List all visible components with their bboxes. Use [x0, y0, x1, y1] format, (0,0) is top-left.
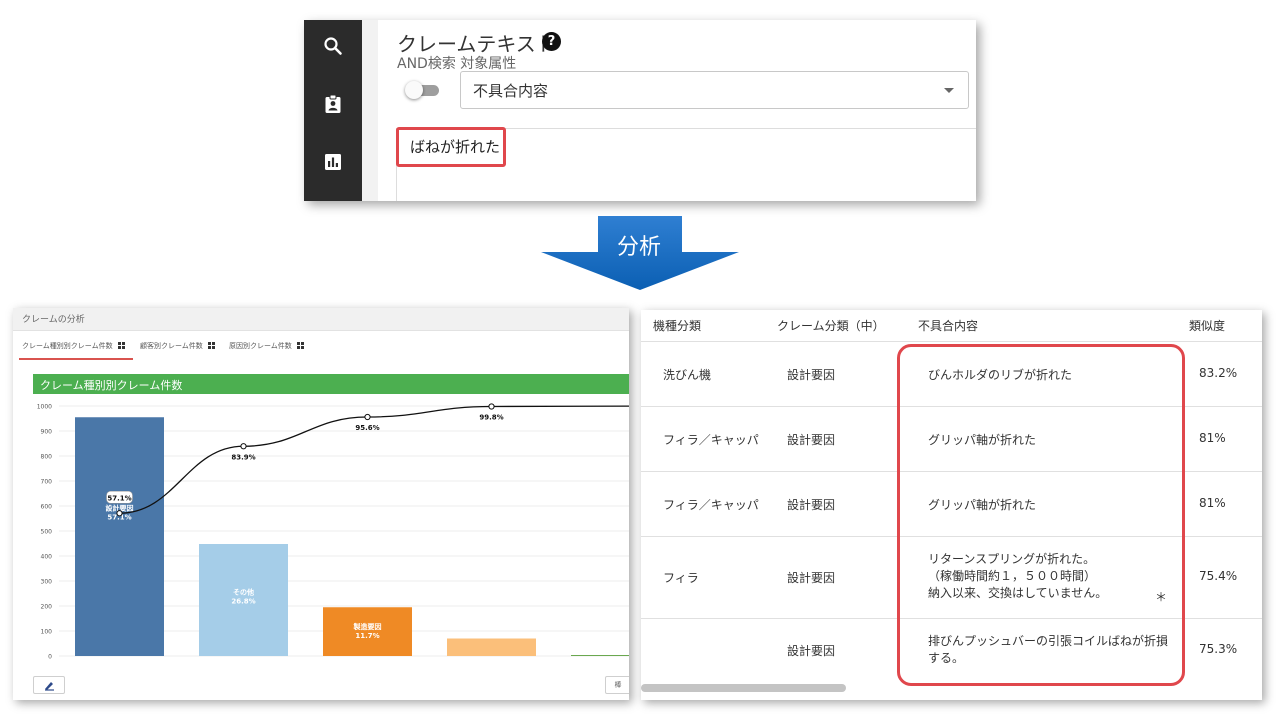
- pen-icon: [45, 682, 54, 691]
- bar-label: その他: [233, 587, 254, 596]
- search-icon[interactable]: [323, 36, 343, 56]
- similarity-cell: 75.3%: [1199, 642, 1238, 656]
- category-cell: 設計要因: [787, 433, 836, 447]
- category-cell: 設計要因: [787, 368, 836, 382]
- selected-attribute: 不具合内容: [473, 82, 549, 100]
- tab-label: 原因別クレーム件数: [229, 342, 292, 350]
- active-tab-indicator: [19, 358, 133, 360]
- model-cell: 洗びん機: [663, 368, 712, 382]
- y-tick-label: 800: [41, 454, 53, 461]
- y-tick-label: 700: [41, 479, 53, 486]
- bar: [75, 417, 164, 656]
- category-cell: 設計要因: [787, 571, 836, 585]
- cumulative-line: [119, 405, 629, 514]
- results-table: 機種分類 クレーム分類（中） 不具合内容 類似度 洗びん機 設計要因 びんホルダ…: [641, 310, 1262, 700]
- toggle-knob: [405, 81, 423, 99]
- cumulative-label: 83.9%: [231, 453, 255, 461]
- y-tick-label: 900: [41, 429, 53, 436]
- tab-claim-type[interactable]: クレーム種別別クレーム件数: [22, 341, 125, 351]
- column-header-defect[interactable]: 不具合内容: [918, 317, 978, 334]
- grid-icon: [207, 342, 215, 349]
- defect-column-highlight: [897, 344, 1185, 686]
- pareto-chart: 01002003004005006007008009001000設計要因57.1…: [37, 403, 629, 661]
- tab-cause[interactable]: 原因別クレーム件数: [229, 341, 304, 351]
- y-tick-label: 400: [41, 554, 53, 561]
- tab-customer[interactable]: 顧客別クレーム件数: [140, 341, 215, 351]
- and-search-toggle[interactable]: [405, 81, 441, 99]
- cumulative-label: 57.1%: [107, 494, 131, 502]
- cumulative-label: 95.6%: [355, 424, 379, 432]
- help-icon[interactable]: ?: [542, 32, 561, 51]
- similarity-cell: 75.4%: [1199, 569, 1238, 583]
- category-cell: 設計要因: [787, 644, 836, 658]
- search-panel: クレームテキスト ? AND検索 対象属性 不具合内容 ばねが折れた: [304, 20, 976, 201]
- column-header-model[interactable]: 機種分類: [653, 317, 701, 334]
- bar-percent-label: 11.7%: [355, 632, 379, 640]
- and-search-label: AND検索 対象属性: [397, 56, 517, 72]
- model-cell: フィラ／キャッパ: [663, 498, 759, 512]
- bar: [571, 655, 629, 656]
- cumulative-point: [240, 443, 247, 450]
- y-tick-label: 200: [41, 604, 53, 611]
- clipboard-user-icon[interactable]: [323, 94, 343, 114]
- chart-title: クレーム種別別クレーム件数: [40, 379, 183, 392]
- query-text[interactable]: ばねが折れた: [396, 127, 506, 167]
- grid-icon: [117, 342, 125, 349]
- model-cell: フィラ: [663, 571, 699, 585]
- y-tick-label: 100: [41, 629, 53, 636]
- side-rail: [304, 20, 362, 201]
- y-tick-label: 0: [48, 654, 52, 661]
- y-tick-label: 600: [41, 504, 53, 511]
- category-cell: 設計要因: [787, 498, 836, 512]
- analysis-panel: クレームの分析 クレーム種別別クレーム件数 顧客別クレーム件数 原因別クレーム件…: [13, 308, 629, 700]
- similarity-cell: 83.2%: [1199, 366, 1238, 380]
- grid-icon: [296, 342, 304, 349]
- y-tick-label: 300: [41, 579, 53, 586]
- rail-divider: [362, 20, 378, 201]
- similarity-cell: 81%: [1199, 431, 1226, 445]
- y-tick-label: 500: [41, 529, 53, 536]
- bar: [447, 638, 536, 656]
- chart-settings-button[interactable]: [33, 676, 65, 694]
- cumulative-point: [488, 403, 495, 410]
- tab-label: クレーム種別別クレーム件数: [22, 342, 113, 350]
- analysis-header: [13, 308, 629, 331]
- bar-percent-label: 26.8%: [231, 597, 255, 605]
- column-header-category[interactable]: クレーム分類（中）: [777, 317, 885, 334]
- chevron-down-icon: [944, 88, 954, 93]
- cumulative-label: 99.8%: [479, 414, 503, 422]
- cumulative-point: [116, 510, 123, 517]
- horizontal-scrollbar[interactable]: [641, 684, 846, 692]
- tab-label: 顧客別クレーム件数: [140, 342, 203, 350]
- similarity-cell: 81%: [1199, 496, 1226, 510]
- analysis-arrow-label: 分析: [616, 235, 661, 260]
- bar-mode-button[interactable]: 棒: [605, 676, 629, 694]
- analysis-title: クレームの分析: [22, 315, 85, 325]
- column-header-similarity[interactable]: 類似度: [1189, 317, 1225, 334]
- cumulative-point: [364, 413, 371, 421]
- target-attribute-select[interactable]: 不具合内容: [460, 71, 969, 109]
- model-cell: フィラ／キャッパ: [663, 433, 759, 447]
- bar-label: 製造要因: [353, 622, 382, 631]
- bar-chart-icon[interactable]: [323, 152, 343, 172]
- y-tick-label: 1000: [37, 404, 52, 411]
